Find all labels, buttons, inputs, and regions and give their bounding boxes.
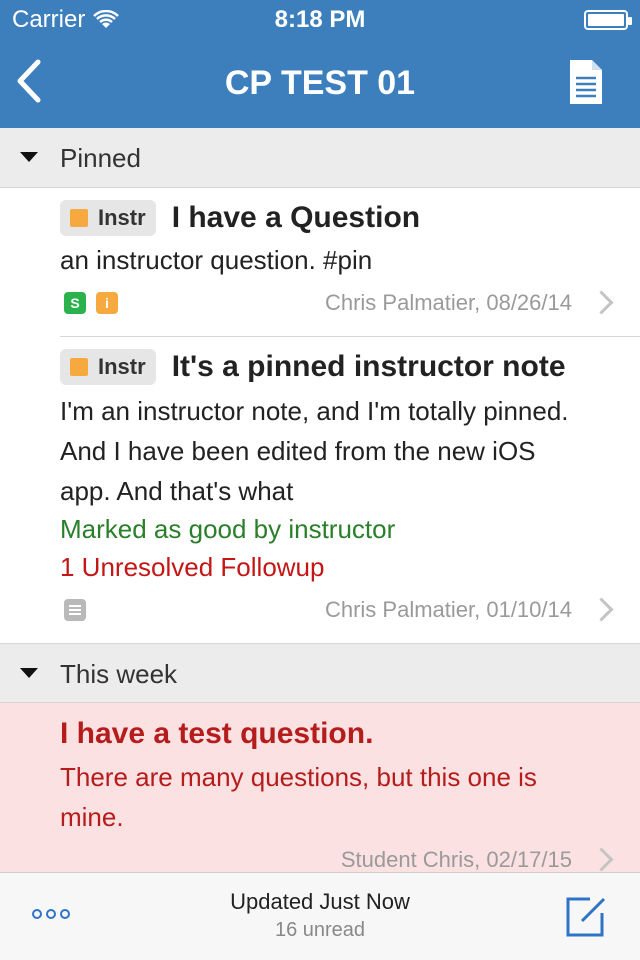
badge-label: Instr [98,354,146,379]
post-author-date: Chris Palmatier, 08/26/14 [324,290,572,315]
instructor-badge: Instr [60,200,156,236]
instructor-square-icon [70,358,88,376]
status-time: 8:18 PM [274,6,366,33]
updated-status: Updated Just Now [230,889,410,914]
document-icon[interactable] [568,58,604,106]
post-snippet: There are many questions, but this one i… [60,762,537,832]
battery-level [588,14,624,26]
page-title: CP TEST 01 [224,64,416,102]
section-label: Pinned [60,143,141,173]
battery-icon [584,10,632,30]
chevron-right-icon [589,847,614,872]
bottom-toolbar: Updated Just Now 16 unread [0,872,640,960]
section-header-this-week[interactable]: This week [0,643,640,703]
status-bar: Carrier 8:18 PM [0,0,640,40]
badge-label: Instr [98,205,146,230]
top-bar: Carrier 8:18 PM CP TEST 01 [0,0,640,128]
unread-count: 16 unread [274,919,366,941]
post-title: It's a pinned instructor note [171,350,566,383]
instructor-square-icon [70,209,88,227]
collapse-triangle-icon [20,152,38,162]
chevron-right-icon [589,597,614,622]
post-row[interactable]: Instr I have a Question an instructor qu… [0,188,640,336]
tag-s-icon: S [64,292,86,314]
section-label: This week [60,659,178,689]
navigation-bar: CP TEST 01 [0,40,640,128]
post-row-unread[interactable]: I have a test question. There are many q… [0,703,640,873]
post-author-date: Student Chris, 02/17/15 [340,847,572,872]
post-title: I have a test question. [60,717,374,750]
note-icon [64,599,86,621]
instructor-badge: Instr [60,349,156,385]
tag-i-icon: i [96,292,118,314]
unresolved-followup-label: 1 Unresolved Followup [60,552,325,582]
post-title: I have a Question [171,201,421,234]
compose-icon[interactable] [564,895,608,939]
post-row[interactable]: Instr It's a pinned instructor note I'm … [0,337,640,642]
post-headline: Instr I have a Question [60,200,620,236]
post-headline: I have a test question. [60,717,620,751]
post-author-date: Chris Palmatier, 01/10/14 [324,597,572,622]
post-headline: Instr It's a pinned instructor note [60,349,620,385]
chevron-right-icon [589,290,614,315]
collapse-triangle-icon [20,668,38,678]
post-snippet: I'm an instructor note, and I'm totally … [60,396,569,506]
section-header-pinned[interactable]: Pinned [0,128,640,188]
post-snippet: an instructor question. #pin [60,245,373,275]
good-answer-label: Marked as good by instructor [60,514,396,544]
